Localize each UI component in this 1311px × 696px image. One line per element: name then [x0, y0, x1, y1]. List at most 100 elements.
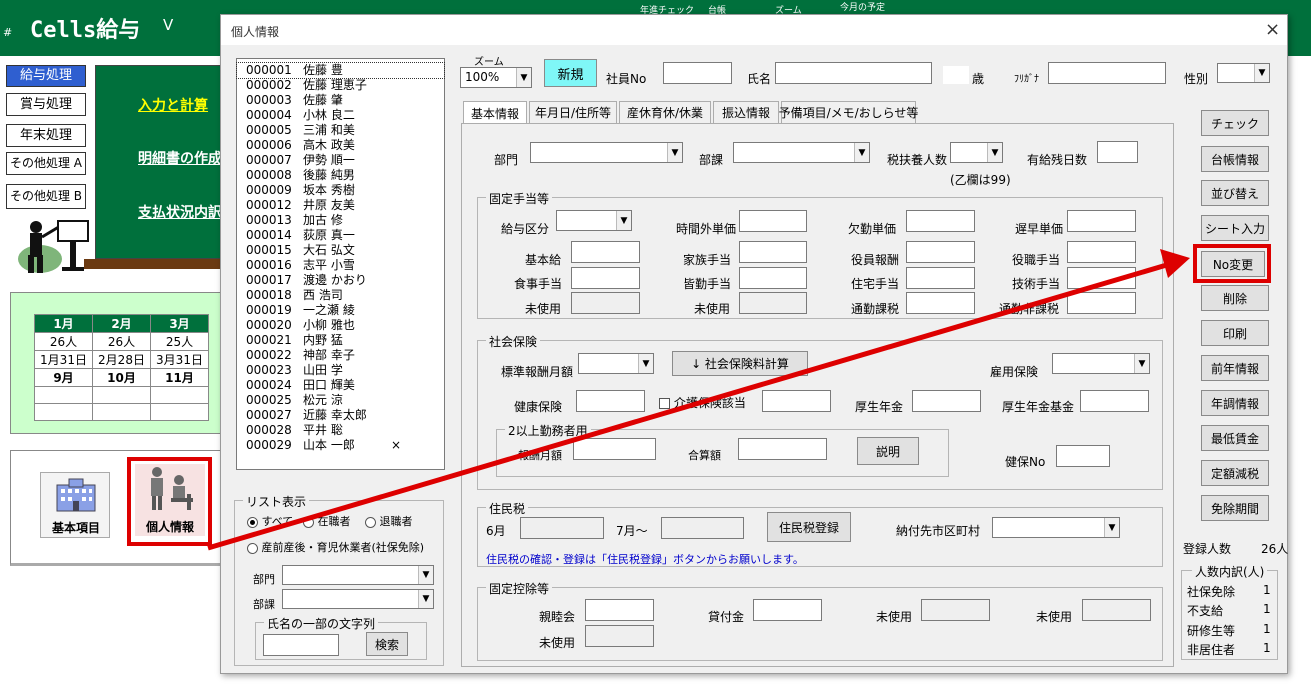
sheet-input-button[interactable]: シート入力: [1201, 215, 1269, 241]
list-item[interactable]: 000019 一之瀬 綾: [237, 303, 444, 318]
resident-register-button[interactable]: 住民税登録: [767, 512, 851, 542]
search-button[interactable]: 検索: [366, 632, 408, 656]
list-item[interactable]: 000005 三浦 和美: [237, 123, 444, 138]
name-input[interactable]: [775, 62, 932, 84]
commute-free-input[interactable]: [1067, 292, 1136, 314]
mutual-input[interactable]: [585, 599, 654, 621]
city-select[interactable]: ▼: [992, 517, 1120, 538]
link-input-calc[interactable]: 入力と計算: [138, 95, 208, 115]
ledger-info-button[interactable]: 台帳情報: [1201, 146, 1269, 172]
kyuyo-kubun-select[interactable]: ▼: [556, 210, 632, 231]
top-menu-4[interactable]: 今月の予定: [840, 0, 885, 13]
check-button[interactable]: チェック: [1201, 110, 1269, 136]
total-input[interactable]: [738, 438, 827, 460]
pension-fund-input[interactable]: [1080, 390, 1149, 412]
calc-social-button[interactable]: ↓ 社会保険料計算: [672, 351, 808, 376]
absence-input[interactable]: [906, 210, 975, 232]
list-item[interactable]: 000023 山田 学: [237, 363, 444, 378]
radio-all-mark[interactable]: [247, 516, 258, 528]
list-item[interactable]: 000002 佐藤 理恵子: [237, 78, 444, 93]
care-check-mark[interactable]: [659, 398, 670, 409]
family-input[interactable]: [739, 241, 807, 263]
emp-no-input[interactable]: [663, 62, 732, 84]
paid-leave-input[interactable]: [1097, 141, 1138, 163]
section-select[interactable]: ▼: [733, 142, 870, 163]
list-item[interactable]: 000016 志平 小雪: [237, 258, 444, 273]
employee-list[interactable]: 000001 佐藤 豊 000002 佐藤 理恵子 000003 佐藤 肇 000004 小林…: [236, 58, 445, 470]
link-statement[interactable]: 明細書の作成: [138, 148, 222, 168]
reward-monthly-input[interactable]: [573, 438, 656, 460]
zoom-select[interactable]: 100% ▼: [460, 67, 532, 88]
no-change-button[interactable]: No変更: [1201, 251, 1265, 277]
list-item[interactable]: 000029 山本 一郎 ×: [237, 438, 444, 453]
list-item[interactable]: 000007 伊勢 順一: [237, 153, 444, 168]
skill-input[interactable]: [1067, 267, 1136, 289]
radio-retired-mark[interactable]: [365, 516, 376, 528]
exemption-period-button[interactable]: 免除期間: [1201, 495, 1269, 521]
list-item[interactable]: 000004 小林 良二: [237, 108, 444, 123]
employment-select[interactable]: ▼: [1052, 353, 1150, 374]
care-checkbox[interactable]: 介護保険該当: [659, 394, 746, 411]
list-item[interactable]: 000012 井原 友美: [237, 198, 444, 213]
tab-transfer[interactable]: 振込情報: [713, 101, 779, 123]
health-input[interactable]: [576, 390, 645, 412]
list-dept-select[interactable]: ▼: [282, 565, 434, 585]
list-item[interactable]: 000024 田口 輝美: [237, 378, 444, 393]
attendance-input[interactable]: [739, 267, 807, 289]
radio-retired[interactable]: 退職者: [365, 513, 413, 529]
prev-year-button[interactable]: 前年情報: [1201, 355, 1269, 381]
list-item[interactable]: 000017 渡邊 かおり: [237, 273, 444, 288]
list-item[interactable]: 000021 内野 猛: [237, 333, 444, 348]
personal-info-button[interactable]: 個人情報: [135, 464, 205, 536]
link-payment[interactable]: 支払状況内訳: [138, 202, 222, 222]
list-item[interactable]: 000018 西 浩司: [237, 288, 444, 303]
base-pay-input[interactable]: [571, 241, 640, 263]
year-adjust-button[interactable]: 年調情報: [1201, 390, 1269, 416]
list-item[interactable]: 000013 加古 修: [237, 213, 444, 228]
overtime-input[interactable]: [739, 210, 807, 232]
radio-employed-mark[interactable]: [303, 516, 314, 528]
dept-select[interactable]: ▼: [530, 142, 683, 163]
std-monthly-select[interactable]: ▼: [578, 353, 654, 374]
dependents-select[interactable]: ▼: [950, 142, 1003, 163]
list-item[interactable]: 000015 大石 弘文: [237, 243, 444, 258]
sidebar-item-other-b[interactable]: その他処理 B: [6, 184, 86, 209]
list-item[interactable]: 000006 高木 政美: [237, 138, 444, 153]
pension-input[interactable]: [912, 390, 981, 412]
list-section-select[interactable]: ▼: [282, 589, 434, 609]
min-wage-button[interactable]: 最低賃金: [1201, 425, 1269, 451]
meal-input[interactable]: [571, 267, 640, 289]
tab-dates[interactable]: 年月日/住所等: [529, 101, 617, 123]
list-item[interactable]: 000001 佐藤 豊: [236, 62, 445, 79]
tab-basic[interactable]: 基本情報: [463, 101, 527, 125]
radio-leave[interactable]: 産前産後・育児休業者(社保免除): [247, 539, 424, 555]
name-search-input[interactable]: [263, 634, 339, 656]
loan-input[interactable]: [753, 599, 822, 621]
late-input[interactable]: [1067, 210, 1136, 232]
list-item[interactable]: 000028 平井 聡: [237, 423, 444, 438]
list-item[interactable]: 000014 荻原 真一: [237, 228, 444, 243]
position-input[interactable]: [1067, 241, 1136, 263]
sidebar-item-kyuyo[interactable]: 給与処理: [6, 65, 86, 87]
list-item[interactable]: 000003 佐藤 肇: [237, 93, 444, 108]
delete-button[interactable]: 削除: [1201, 285, 1269, 311]
sort-button[interactable]: 並び替え: [1201, 180, 1269, 206]
list-item[interactable]: 000009 坂本 秀樹: [237, 183, 444, 198]
basic-items-button[interactable]: 基本項目: [40, 472, 110, 538]
list-item[interactable]: 000025 松元 涼: [237, 393, 444, 408]
housing-input[interactable]: [906, 267, 975, 289]
explain-button[interactable]: 説明: [857, 437, 919, 465]
gender-select[interactable]: ▼: [1217, 63, 1270, 83]
tab-leave[interactable]: 産休育休/休業: [619, 101, 711, 123]
radio-leave-mark[interactable]: [247, 542, 258, 554]
health-no-input[interactable]: [1056, 445, 1110, 467]
close-icon[interactable]: ×: [1265, 19, 1280, 40]
list-item[interactable]: 000008 後藤 純男: [237, 168, 444, 183]
commute-tax-input[interactable]: [906, 292, 975, 314]
radio-all[interactable]: すべて: [247, 513, 293, 529]
sidebar-item-shoyo[interactable]: 賞与処理: [6, 93, 86, 116]
officer-input[interactable]: [906, 241, 975, 263]
list-item[interactable]: 000022 神部 幸子: [237, 348, 444, 363]
sidebar-item-other-a[interactable]: その他処理 A: [6, 152, 86, 175]
radio-employed[interactable]: 在職者: [303, 513, 351, 529]
